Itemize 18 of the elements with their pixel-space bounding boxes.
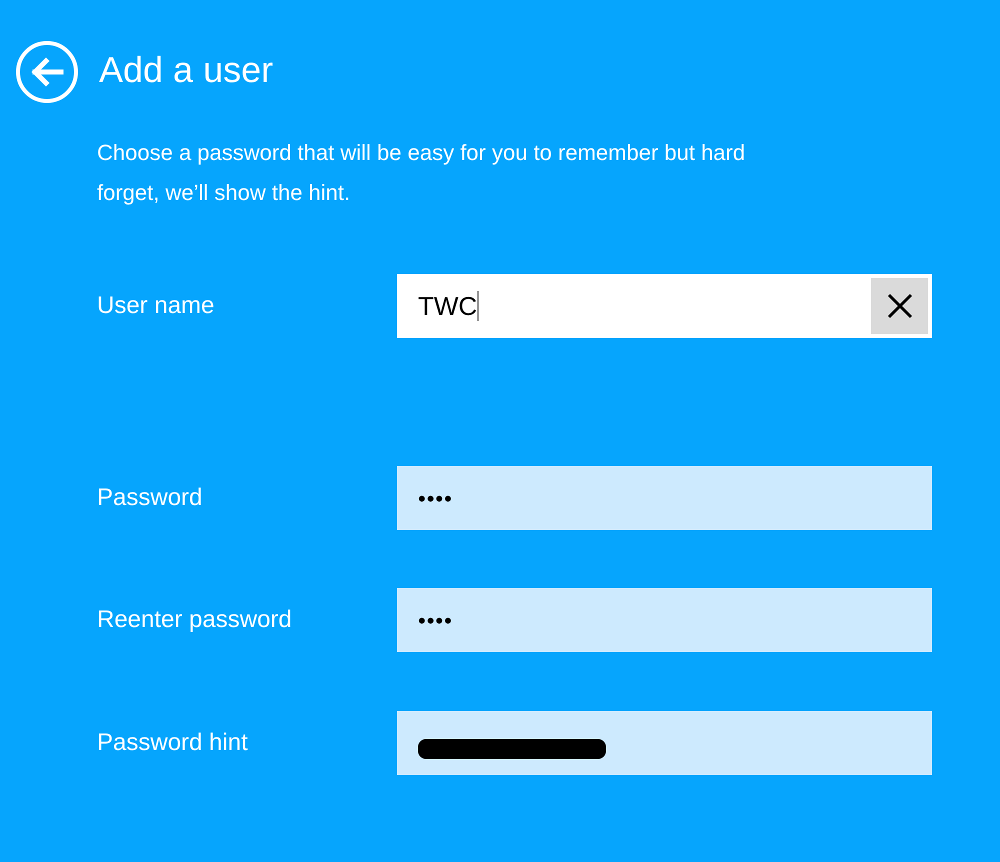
- password-field[interactable]: ••••: [397, 466, 932, 530]
- field-label: User name: [97, 291, 216, 321]
- description-text: Choose a password that will be easy for you to remember but hard: [97, 139, 746, 167]
- field-label: Password hint: [97, 728, 249, 758]
- page-title: Add a user: [99, 52, 274, 92]
- input-field[interactable]: TWC: [397, 274, 932, 338]
- masked-value: ••••: [418, 484, 453, 512]
- description-text: forget, we’ll show the hint.: [97, 179, 352, 207]
- field-value: TWC: [418, 290, 478, 322]
- field-label: Password: [97, 483, 204, 513]
- masked-value: ••••: [418, 606, 453, 634]
- clear-button[interactable]: [871, 278, 928, 334]
- close-icon: [886, 293, 912, 319]
- input-field[interactable]: [397, 711, 932, 775]
- text-cursor: [477, 291, 480, 321]
- back-icon[interactable]: [15, 40, 79, 104]
- password-field[interactable]: ••••: [397, 588, 932, 652]
- field-label: Reenter password: [97, 605, 293, 635]
